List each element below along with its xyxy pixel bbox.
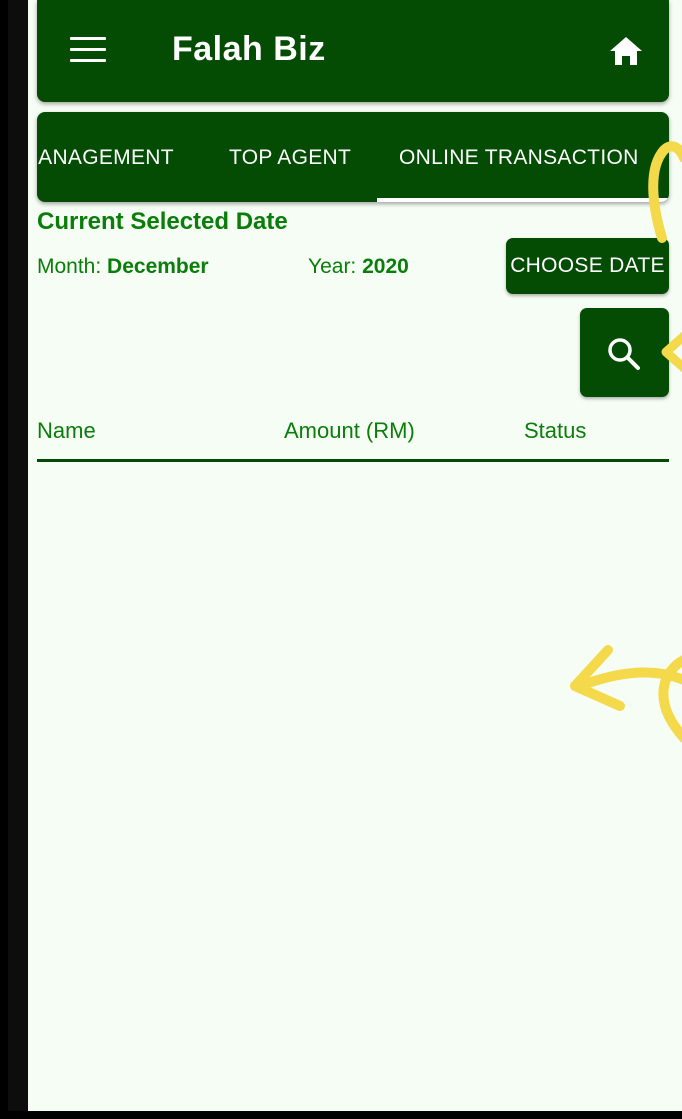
year-info: Year: 2020: [308, 255, 409, 279]
column-header-name: Name: [37, 418, 96, 443]
column-header-amount: Amount (RM): [284, 418, 415, 443]
search-button[interactable]: [580, 308, 669, 397]
year-label: Year:: [308, 255, 357, 278]
menu-icon[interactable]: [70, 37, 106, 63]
tab-top-agent[interactable]: TOP AGENT: [229, 146, 351, 170]
tab-bar: IANAGEMENT TOP AGENT ONLINE TRANSACTION: [37, 112, 669, 202]
year-value: 2020: [362, 255, 409, 278]
selected-tab-indicator: [377, 198, 669, 202]
month-info: Month: December: [37, 255, 209, 279]
tab-online-transaction[interactable]: ONLINE TRANSACTION: [399, 146, 639, 170]
device-frame-left: [0, 0, 28, 1119]
app-bar: Falah Biz: [37, 0, 669, 102]
month-value: December: [107, 255, 209, 278]
home-icon[interactable]: [609, 35, 643, 67]
transaction-list: [37, 462, 669, 1102]
app-title: Falah Biz: [172, 30, 326, 68]
tab-management[interactable]: IANAGEMENT: [37, 146, 174, 170]
choose-date-button[interactable]: CHOOSE DATE: [506, 238, 669, 294]
section-title: Current Selected Date: [37, 208, 288, 235]
column-header-status: Status: [524, 418, 587, 443]
month-label: Month:: [37, 255, 102, 278]
device-frame-bottom: [0, 1111, 682, 1119]
search-icon: [608, 338, 640, 370]
